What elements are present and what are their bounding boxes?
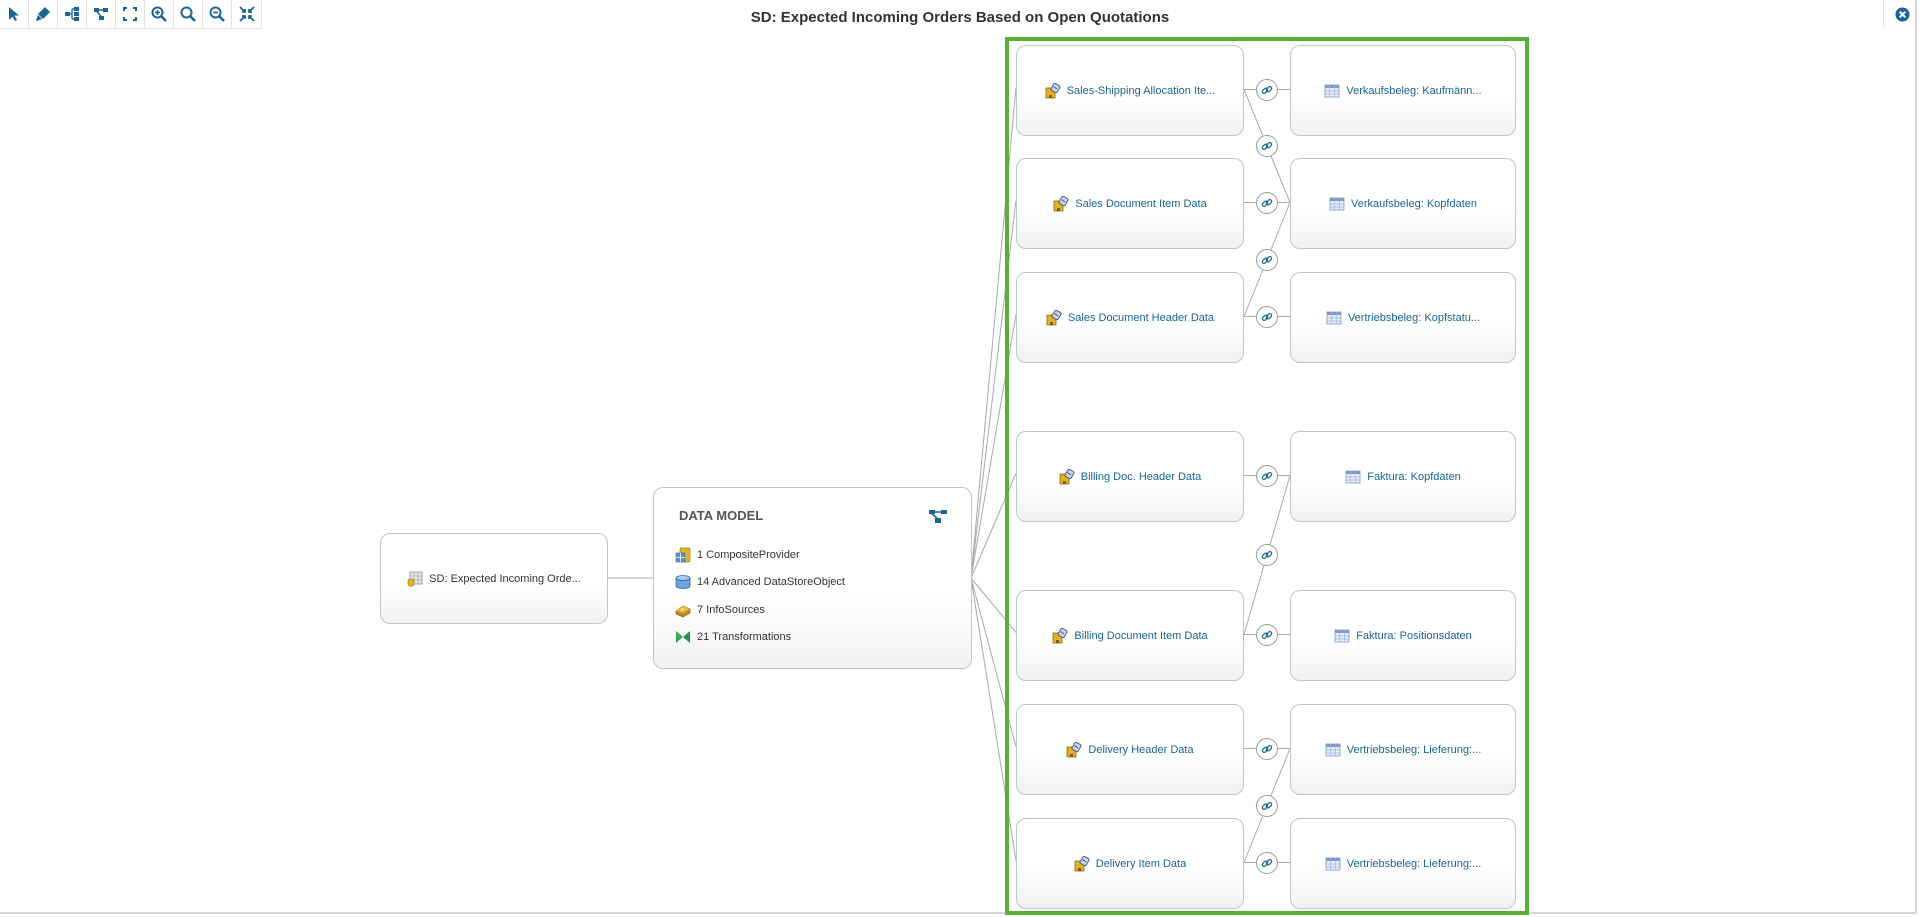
query-node-label: SD: Expected Incoming Orde...: [429, 572, 581, 585]
link-icon: [1261, 550, 1273, 560]
datasource-icon: [1052, 627, 1068, 643]
table-icon: [1325, 84, 1340, 97]
table-icon: [1325, 857, 1341, 870]
page-title: SD: Expected Incoming Orders Based on Op…: [750, 9, 1170, 26]
association-link-button[interactable]: [1256, 464, 1278, 487]
association-link-button[interactable]: [1256, 851, 1278, 874]
hierarchy-icon[interactable]: [928, 508, 948, 524]
link-icon: [1261, 744, 1273, 753]
datasource-node-label: Delivery Item Data: [1095, 857, 1187, 870]
association-link-button[interactable]: [1256, 737, 1278, 760]
table-node-label: Verkaufsbeleg: Kopfdaten: [1351, 197, 1477, 210]
page-frame: [0, 0, 1917, 914]
association-link-button[interactable]: [1256, 135, 1278, 157]
table-node-label: Vertriebsbeleg: Lieferung:...: [1346, 743, 1482, 756]
link-icon: [1261, 312, 1273, 321]
data-model-item[interactable]: 14 Advanced DataStoreObject: [675, 569, 845, 597]
link-icon: [1261, 141, 1273, 151]
table-node-label: Faktura: Kopfdaten: [1367, 470, 1461, 483]
datasource-node-label: Sales Document Header Data: [1067, 311, 1215, 324]
link-icon: [1261, 198, 1273, 207]
link-icon: [1261, 255, 1273, 264]
datasource-node[interactable]: Sales Document Header Data: [1016, 272, 1244, 363]
close-button[interactable]: [1883, 0, 1920, 28]
datasource-icon: [1067, 741, 1082, 757]
datastore-icon: [675, 575, 691, 590]
table-node[interactable]: Faktura: Kopfdaten: [1290, 431, 1516, 522]
transformation-count: 21 Transformations: [697, 631, 792, 644]
link-icon: [1261, 858, 1273, 867]
datasource-node[interactable]: Billing Document Item Data: [1016, 590, 1244, 681]
datasource-node-label: Sales-Shipping Allocation Ite...: [1066, 84, 1216, 97]
data-model-list: 1 CompositeProvider 14 Advanced DataStor…: [675, 541, 845, 651]
datasource-node[interactable]: Billing Doc. Header Data: [1016, 431, 1244, 522]
query-node[interactable]: SD: Expected Incoming Orde...: [380, 533, 608, 624]
association-link-button[interactable]: [1256, 78, 1278, 101]
datastore-count: 14 Advanced DataStoreObject: [697, 576, 845, 589]
datasource-icon: [1053, 195, 1069, 211]
link-icon: [1261, 471, 1273, 480]
table-icon: [1334, 629, 1350, 642]
composite-provider-icon: [675, 547, 691, 563]
table-node-label: Vertriebsbeleg: Lieferung:...: [1346, 857, 1482, 870]
transformation-icon: [676, 631, 690, 644]
infosource-count: 7 InfoSources: [697, 603, 765, 616]
datasource-node[interactable]: Sales Document Item Data: [1016, 158, 1244, 249]
datasource-node-label: Delivery Header Data: [1088, 743, 1194, 756]
data-model-node[interactable]: DATA MODEL 1 CompositeProvider 14 Advanc…: [653, 487, 972, 669]
datasource-node[interactable]: Sales-Shipping Allocation Ite...: [1016, 45, 1244, 136]
infosource-icon: [675, 605, 691, 618]
association-link-button[interactable]: [1256, 794, 1278, 817]
datasource-icon: [1074, 855, 1090, 871]
datasource-node-label: Billing Doc. Header Data: [1080, 470, 1202, 483]
datasource-node[interactable]: Delivery Header Data: [1016, 704, 1244, 795]
query-icon: [407, 571, 423, 586]
datasource-icon: [1046, 309, 1062, 325]
table-node[interactable]: Verkaufsbeleg: Kaufmänn...: [1290, 45, 1516, 136]
table-node-label: Vertriebsbeleg: Kopfstatu...: [1347, 311, 1481, 324]
table-icon: [1329, 197, 1345, 210]
table-node[interactable]: Vertriebsbeleg: Kopfstatu...: [1290, 272, 1516, 363]
association-link-button[interactable]: [1256, 305, 1278, 328]
data-model-item[interactable]: 1 CompositeProvider: [675, 541, 845, 569]
link-icon: [1261, 85, 1273, 94]
table-node[interactable]: Vertriebsbeleg: Lieferung:...: [1290, 818, 1516, 909]
table-icon: [1325, 743, 1341, 756]
association-link-button[interactable]: [1256, 623, 1278, 646]
composite-provider-count: 1 CompositeProvider: [697, 548, 800, 561]
table-node-label: Verkaufsbeleg: Kaufmänn...: [1346, 84, 1482, 97]
link-icon: [1261, 801, 1273, 810]
close-circle-icon: [1894, 6, 1910, 22]
data-model-item[interactable]: 21 Transformations: [675, 624, 845, 652]
association-link-button[interactable]: [1256, 544, 1278, 566]
datasource-node-label: Sales Document Item Data: [1075, 197, 1207, 210]
datasource-node[interactable]: Delivery Item Data: [1016, 818, 1244, 909]
table-icon: [1326, 311, 1342, 324]
table-icon: [1345, 470, 1361, 483]
link-icon: [1261, 630, 1273, 639]
association-link-button[interactable]: [1256, 248, 1278, 271]
datasource-node-label: Billing Document Item Data: [1074, 629, 1208, 642]
datasource-icon: [1059, 468, 1075, 484]
table-node[interactable]: Faktura: Positionsdaten: [1290, 590, 1516, 681]
datasource-icon: [1045, 82, 1061, 98]
table-node[interactable]: Verkaufsbeleg: Kopfdaten: [1290, 158, 1516, 249]
association-link-button[interactable]: [1256, 191, 1278, 214]
data-model-title: DATA MODEL: [679, 508, 764, 523]
table-node[interactable]: Vertriebsbeleg: Lieferung:...: [1290, 704, 1516, 795]
table-node-label: Faktura: Positionsdaten: [1356, 629, 1472, 642]
data-model-item[interactable]: 7 InfoSources: [675, 596, 845, 624]
